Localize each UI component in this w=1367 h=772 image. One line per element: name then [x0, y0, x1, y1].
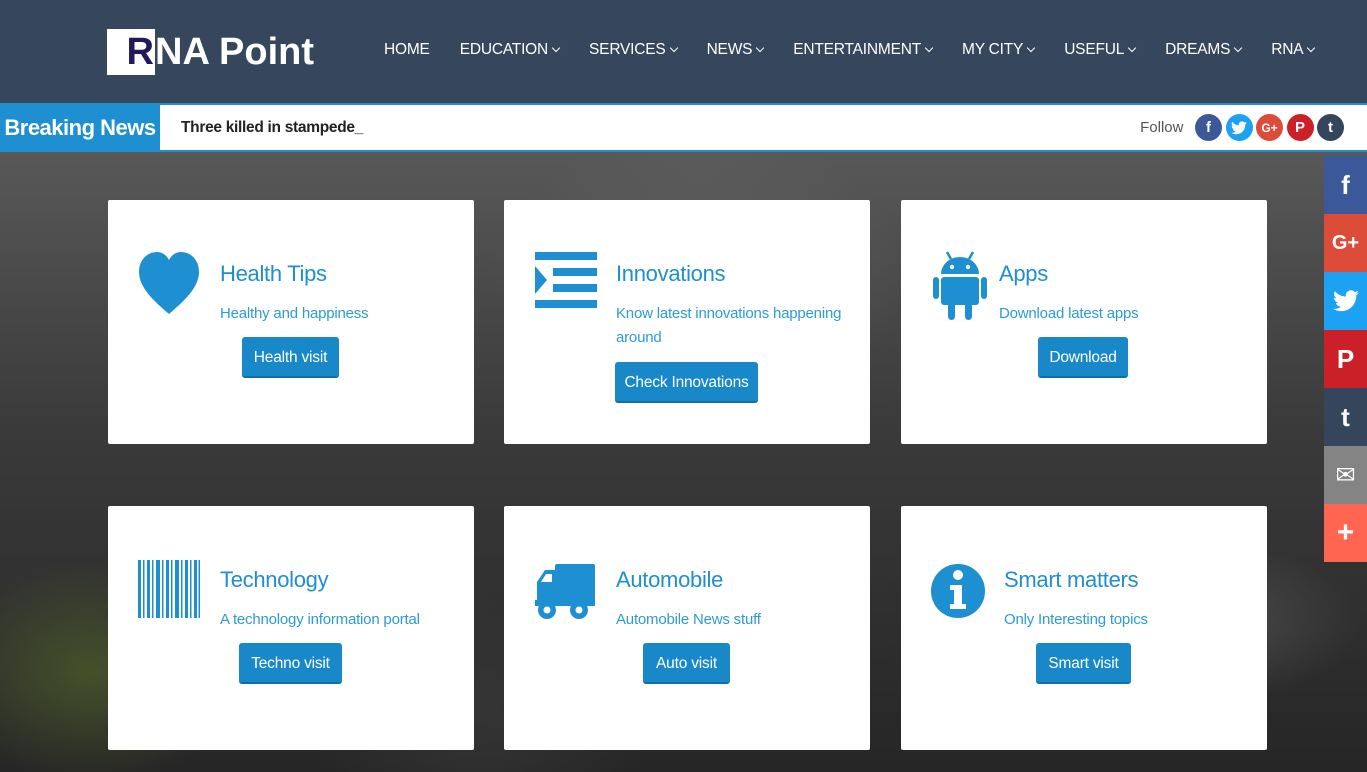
nav-education[interactable]: EDUCATION	[459, 41, 561, 59]
heart-icon	[136, 250, 202, 320]
nav-news[interactable]: NEWS	[706, 41, 765, 59]
google-plus-icon[interactable]: G+	[1256, 114, 1283, 141]
nav-rna[interactable]: RNA	[1271, 41, 1316, 59]
breaking-news-bar: Breaking News Three killed in stampede_ …	[0, 103, 1367, 152]
card-title: Health Tips	[220, 261, 327, 286]
indent-list-icon	[532, 250, 598, 320]
nav-label: MY CITY	[962, 41, 1024, 58]
twitter-bird-glyph	[1231, 120, 1247, 134]
card-description: Know latest innovations happening around	[616, 305, 842, 346]
android-icon	[927, 250, 993, 320]
share-tumblr-icon[interactable]: t	[1324, 388, 1367, 446]
nav-label: RNA	[1271, 41, 1304, 58]
card-health-tips: Health Tips Healthy and happiness Health…	[108, 200, 474, 444]
chevron-down-icon	[924, 43, 934, 53]
twitter-icon[interactable]	[1225, 114, 1253, 141]
logo-initial: R	[126, 31, 154, 73]
card-apps: Apps Download latest apps Download	[901, 200, 1267, 444]
chevron-down-icon	[1234, 43, 1243, 53]
nav-entertainment[interactable]: ENTERTAINMENT	[793, 41, 934, 59]
card-title: Apps	[999, 261, 1048, 286]
card-title: Automobile	[616, 567, 724, 592]
tumblr-icon[interactable]: t	[1317, 114, 1344, 141]
chevron-down-icon	[669, 43, 678, 53]
card-description: Download latest apps	[999, 305, 1139, 322]
share-sidebar: f G+ P t ✉ +	[1324, 156, 1367, 562]
logo-box: R	[107, 29, 155, 75]
smart-visit-button[interactable]: Smart visit	[1036, 643, 1131, 684]
card-automobile: Automobile Automobile News stuff Auto vi…	[504, 506, 870, 750]
share-more-icon[interactable]: +	[1324, 504, 1367, 562]
follow-label: Follow	[1140, 119, 1184, 136]
share-twitter-icon[interactable]	[1324, 272, 1367, 330]
nav-useful[interactable]: USEFUL	[1064, 41, 1137, 59]
card-innovations: Innovations Know latest innovations happ…	[504, 200, 870, 444]
facebook-icon[interactable]: f	[1195, 114, 1222, 141]
card-description: Automobile News stuff	[616, 611, 761, 628]
card-title: Innovations	[616, 261, 726, 286]
truck-icon	[532, 564, 598, 634]
site-header: R NA Point HOME EDUCATION SERVICES NEWS …	[0, 0, 1367, 103]
auto-visit-button[interactable]: Auto visit	[643, 643, 730, 684]
nav-label: USEFUL	[1064, 41, 1125, 58]
nav-my-city[interactable]: MY CITY	[962, 41, 1036, 59]
info-icon	[929, 558, 987, 628]
techno-visit-button[interactable]: Techno visit	[239, 643, 342, 684]
nav-label: DREAMS	[1165, 41, 1231, 58]
card-title: Technology	[220, 567, 329, 592]
card-smart-matters: Smart matters Only Interesting topics Sm…	[901, 506, 1267, 750]
nav-label: SERVICES	[589, 41, 666, 58]
main-nav: HOME EDUCATION SERVICES NEWS ENTERTAINME…	[384, 38, 1316, 62]
nav-label: EDUCATION	[459, 41, 549, 58]
nav-services[interactable]: SERVICES	[589, 41, 678, 59]
share-pinterest-icon[interactable]: P	[1324, 330, 1367, 388]
share-email-icon[interactable]: ✉	[1324, 446, 1367, 504]
chevron-down-icon	[1127, 43, 1137, 53]
nav-label: NEWS	[706, 41, 753, 58]
breaking-headline[interactable]: Three killed in stampede_	[181, 105, 363, 150]
card-description: A technology information portal	[220, 611, 420, 628]
nav-dreams[interactable]: DREAMS	[1165, 41, 1243, 59]
breaking-news-label: Breaking News	[0, 103, 160, 152]
twitter-bird-glyph	[1332, 290, 1359, 312]
share-google-plus-icon[interactable]: G+	[1324, 214, 1367, 272]
nav-home[interactable]: HOME	[384, 41, 430, 59]
nav-label: ENTERTAINMENT	[793, 41, 921, 58]
chevron-down-icon	[756, 43, 765, 53]
card-technology: Technology A technology information port…	[108, 506, 474, 750]
site-logo[interactable]: R NA Point	[107, 29, 314, 75]
card-description: Only Interesting topics	[1004, 611, 1148, 628]
barcode-icon	[136, 560, 202, 630]
card-description: Healthy and happiness	[220, 305, 369, 322]
share-facebook-icon[interactable]: f	[1324, 156, 1367, 214]
follow-links: Follow f G+ P t	[1140, 111, 1344, 144]
logo-text: NA Point	[155, 31, 315, 73]
pinterest-icon[interactable]: P	[1286, 114, 1314, 141]
chevron-down-icon	[1026, 43, 1036, 53]
download-button[interactable]: Download	[1038, 337, 1128, 378]
chevron-down-icon	[551, 43, 561, 53]
health-visit-button[interactable]: Health visit	[242, 337, 339, 378]
card-title: Smart matters	[1004, 567, 1139, 592]
chevron-down-icon	[1307, 43, 1316, 53]
nav-label: HOME	[384, 41, 430, 58]
check-innovations-button[interactable]: Check Innovations	[615, 362, 758, 403]
